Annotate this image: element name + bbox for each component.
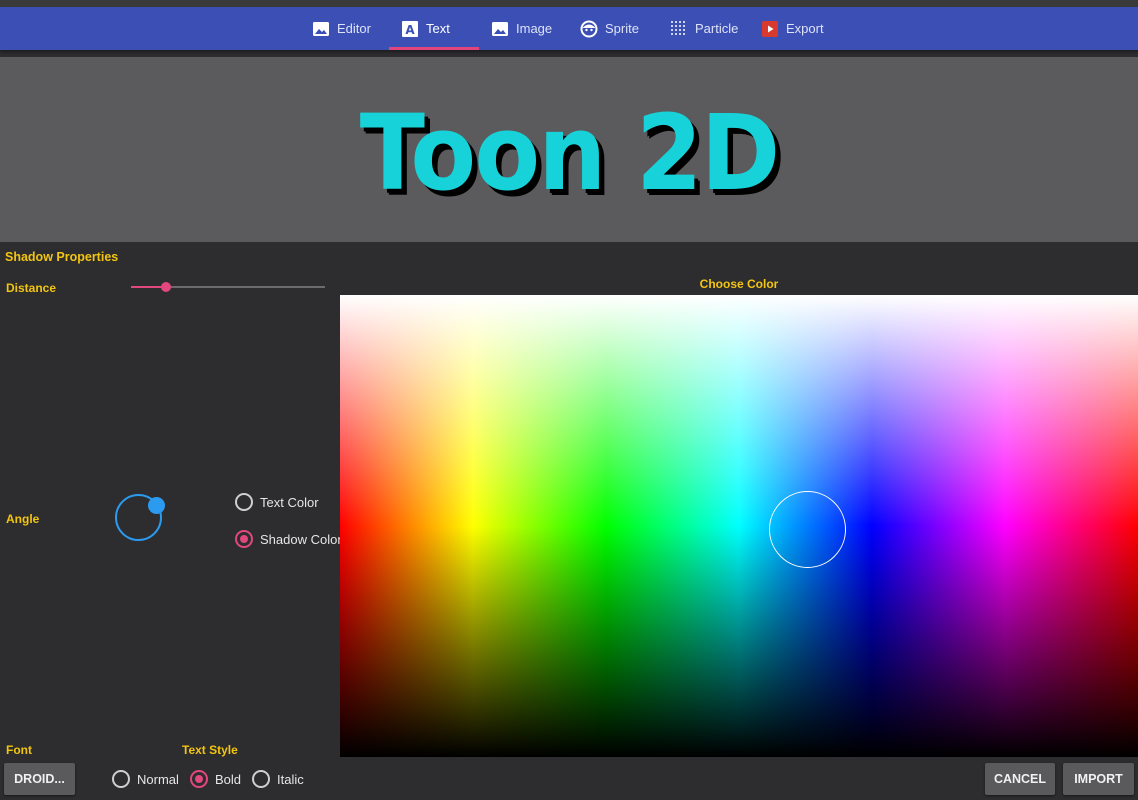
text-preview-area: Toon 2D bbox=[0, 57, 1138, 242]
tab-particle[interactable]: Particle bbox=[670, 7, 738, 50]
tab-sprite[interactable]: Sprite bbox=[580, 7, 639, 50]
style-italic-label: Italic bbox=[277, 771, 304, 787]
text-color-radio[interactable]: Text Color bbox=[235, 493, 319, 511]
font-label: Font bbox=[6, 743, 32, 757]
distance-slider-thumb[interactable] bbox=[161, 282, 171, 292]
style-italic-radio[interactable]: Italic bbox=[252, 770, 304, 788]
text-style-label: Text Style bbox=[182, 743, 238, 757]
active-tab-indicator bbox=[389, 47, 479, 50]
color-picker-spectrum[interactable] bbox=[340, 295, 1138, 757]
tab-text[interactable]: A Text bbox=[401, 7, 450, 50]
style-bold-radio[interactable]: Bold bbox=[190, 770, 241, 788]
svg-text:A: A bbox=[405, 23, 415, 37]
status-strip bbox=[0, 0, 1138, 7]
spectrum-black-overlay bbox=[340, 295, 1138, 757]
shadow-properties-title: Shadow Properties bbox=[5, 250, 119, 264]
image-icon bbox=[492, 21, 508, 36]
import-button[interactable]: IMPORT bbox=[1063, 763, 1134, 795]
radio-checked-icon bbox=[190, 770, 208, 788]
tab-image[interactable]: Image bbox=[491, 7, 552, 50]
dots-grid-icon bbox=[671, 20, 685, 35]
shadow-color-radio-label: Shadow Color bbox=[260, 531, 342, 547]
text-color-radio-label: Text Color bbox=[260, 494, 319, 510]
text-box-icon: A bbox=[402, 20, 418, 37]
radio-unchecked-icon bbox=[252, 770, 270, 788]
angle-dial-handle[interactable] bbox=[148, 497, 165, 514]
tab-editor[interactable]: Editor bbox=[312, 7, 371, 50]
top-nav-bar: Editor A Text Image Sprite Particle Expo… bbox=[0, 7, 1138, 50]
tab-sprite-label: Sprite bbox=[605, 21, 639, 36]
distance-label: Distance bbox=[6, 281, 57, 295]
radio-unchecked-icon bbox=[112, 770, 130, 788]
font-select-button[interactable]: DROID... bbox=[4, 763, 75, 795]
radio-checked-icon bbox=[235, 530, 253, 548]
choose-color-label: Choose Color bbox=[699, 277, 779, 291]
tab-editor-label: Editor bbox=[337, 21, 371, 36]
shadow-color-radio[interactable]: Shadow Color bbox=[235, 530, 342, 548]
tab-export-label: Export bbox=[786, 21, 824, 36]
radio-unchecked-icon bbox=[235, 493, 253, 511]
image-icon bbox=[313, 21, 329, 36]
angle-label: Angle bbox=[6, 512, 40, 526]
tab-text-label: Text bbox=[426, 21, 450, 36]
preview-text: Toon 2D bbox=[359, 91, 780, 214]
style-normal-label: Normal bbox=[137, 771, 179, 787]
style-normal-radio[interactable]: Normal bbox=[112, 770, 179, 788]
color-selector-ring[interactable] bbox=[769, 491, 846, 568]
face-icon bbox=[580, 20, 598, 37]
video-export-icon bbox=[762, 20, 778, 37]
tab-particle-label: Particle bbox=[695, 21, 739, 36]
cancel-button[interactable]: CANCEL bbox=[985, 763, 1055, 795]
text-editor-screen: Editor A Text Image Sprite Particle Expo… bbox=[0, 0, 1138, 800]
tab-export[interactable]: Export bbox=[761, 7, 824, 50]
style-bold-label: Bold bbox=[215, 771, 242, 787]
tab-image-label: Image bbox=[516, 21, 553, 36]
